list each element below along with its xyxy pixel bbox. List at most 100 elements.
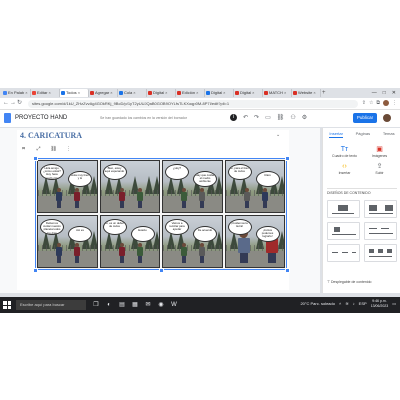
layout-option[interactable] — [364, 200, 397, 218]
edge-icon[interactable]: ◐ — [105, 300, 113, 310]
taskbar-search-input[interactable]: Escribe aquí para buscar — [16, 300, 86, 310]
weather-widget[interactable]: 20°C Parc. soleado — [300, 301, 335, 307]
link-icon[interactable]: ⛓ — [50, 145, 57, 153]
resize-handle[interactable] — [285, 268, 290, 273]
browser-tab[interactable]: En Palab× — [2, 89, 31, 97]
tab-close-icon[interactable]: × — [48, 90, 50, 95]
layout-option[interactable] — [364, 222, 397, 240]
file-explorer-icon[interactable]: ▤ — [118, 300, 126, 310]
text-box-button[interactable]: Tт Cuadro de texto — [327, 146, 362, 158]
document-title[interactable]: PROYECTO HAND — [15, 114, 67, 122]
redo-icon[interactable]: ↷ — [254, 113, 259, 123]
tray-chevron-icon[interactable]: ˄ — [339, 301, 341, 307]
upload-button[interactable]: ⇪ Subir — [362, 163, 397, 175]
tab-close-icon[interactable]: × — [284, 90, 286, 95]
comic-character — [56, 243, 62, 263]
tab-themes[interactable]: Temas — [383, 130, 395, 138]
share-icon[interactable]: ⇪ — [362, 100, 366, 107]
browser-tab[interactable]: Digital× — [147, 89, 176, 97]
clock[interactable]: 9:46 p.m. 13/06/2023 — [371, 299, 389, 308]
browser-tab[interactable]: Digital× — [205, 89, 234, 97]
star-icon[interactable]: ☆ — [369, 100, 373, 107]
comic-character — [261, 188, 268, 208]
tab-close-icon[interactable]: × — [165, 90, 167, 95]
section-title[interactable]: 4. CARICATURA — [20, 131, 82, 141]
layout-option[interactable] — [327, 244, 360, 262]
forward-icon[interactable]: → — [10, 100, 16, 107]
browser-tab[interactable]: Edición× — [176, 89, 205, 97]
volume-icon[interactable]: ♪ — [353, 301, 355, 307]
close-window-icon[interactable]: ✕ — [392, 88, 396, 98]
url-input[interactable]: sites.google.com/d/1kU_ZHzZvvAg4GOkRKj_9… — [28, 99, 358, 108]
settings-icon[interactable]: ⚙ — [302, 113, 307, 123]
preview-icon[interactable]: ▭ — [265, 113, 271, 123]
tab-close-icon[interactable]: × — [313, 90, 315, 95]
layout-option[interactable] — [327, 222, 360, 240]
expand-icon[interactable]: ⤢ — [35, 145, 42, 153]
tab-insert[interactable]: Insertar — [329, 130, 343, 138]
images-button[interactable]: ▣ Imágenes — [362, 146, 397, 158]
maximize-icon[interactable]: □ — [383, 88, 386, 98]
resize-handle[interactable] — [285, 156, 290, 161]
window-controls: — □ ✕ — [372, 88, 400, 98]
sites-logo-icon[interactable] — [4, 113, 11, 123]
resize-handle[interactable] — [33, 268, 38, 273]
link-icon[interactable]: ⛓ — [277, 113, 285, 123]
header-avatar[interactable] — [383, 114, 391, 122]
tab-close-icon[interactable]: × — [223, 90, 225, 95]
tab-close-icon[interactable]: × — [25, 90, 27, 95]
tab-close-icon[interactable]: × — [252, 90, 254, 95]
chrome-icon[interactable]: ◉ — [157, 300, 165, 310]
embed-button[interactable]: ‹› Insertar — [327, 163, 362, 175]
editor-area: 4. CARICATURA ⌄ ⌗ ⤢ ⛓ ⋮ Hola amigo, ¿cóm… — [0, 128, 320, 293]
windows-start-icon[interactable] — [3, 301, 11, 309]
add-person-icon[interactable]: ⚇ — [290, 113, 295, 123]
task-view-icon[interactable]: ❐ — [92, 300, 100, 310]
text-box-label: Cuadro de texto — [332, 154, 357, 158]
publish-button[interactable]: Publicar — [353, 113, 377, 123]
speech-bubble: Bien, estoy aquí esperando — [102, 164, 127, 180]
speech-bubble: Exacto — [130, 226, 155, 242]
desktop-screen: En Palab× Editar× Todos× Agregar× Cola× Digit… — [0, 88, 400, 313]
tab-label: Website — [298, 90, 313, 95]
browser-tab[interactable]: Todos× — [60, 89, 89, 97]
minimize-icon[interactable]: — — [372, 88, 377, 98]
comic-strip-image[interactable]: Hola amigo, ¿cómo estás? Hoy hace mucho … — [35, 158, 287, 270]
browser-tab-strip: En Palab× Editar× Todos× Agregar× Cola× Digit… — [0, 88, 400, 98]
store-icon[interactable]: ▦ — [131, 300, 139, 310]
new-tab-icon[interactable]: + — [322, 89, 326, 97]
browser-tab[interactable]: Website× — [292, 89, 321, 97]
browser-tab[interactable]: Digital× — [234, 89, 263, 97]
tab-close-icon[interactable]: × — [78, 90, 80, 95]
language-indicator[interactable]: ESP — [359, 301, 367, 307]
more-icon[interactable]: ⋮ — [65, 145, 72, 153]
browser-tab[interactable]: Agregar× — [89, 89, 118, 97]
wifi-icon[interactable]: ≋ — [345, 301, 348, 307]
layout-option[interactable] — [364, 244, 397, 262]
collapsible-content-item[interactable]: ⊤ Desplegable de contenido — [327, 280, 397, 284]
undo-icon[interactable]: ↶ — [243, 113, 248, 123]
menu-icon[interactable]: ⋮ — [392, 100, 397, 107]
layout-option[interactable] — [327, 200, 360, 218]
tab-pages[interactable]: Páginas — [356, 130, 370, 138]
chevron-down-icon[interactable]: ⌄ — [276, 132, 280, 138]
tab-close-icon[interactable]: × — [133, 90, 135, 95]
upload-icon: ⇪ — [376, 163, 383, 170]
browser-tab[interactable]: MATCH× — [263, 89, 292, 97]
comic-character — [56, 188, 62, 208]
notifications-icon[interactable]: ▭ — [392, 301, 396, 307]
info-icon[interactable]: i — [230, 114, 237, 121]
browser-tab[interactable]: Cola× — [118, 89, 147, 97]
resize-handle[interactable] — [159, 268, 164, 273]
reload-icon[interactable]: ↻ — [17, 100, 22, 107]
browser-tab[interactable]: Editar× — [31, 89, 60, 97]
tab-close-icon[interactable]: × — [196, 90, 198, 95]
tab-close-icon[interactable]: × — [110, 90, 112, 95]
profile-avatar[interactable] — [383, 100, 389, 106]
extensions-icon[interactable]: ⧉ — [376, 100, 380, 107]
resize-handle[interactable] — [33, 156, 38, 161]
word-icon[interactable]: W — [170, 300, 178, 310]
back-icon[interactable]: ← — [3, 100, 9, 107]
crop-icon[interactable]: ⌗ — [20, 145, 27, 153]
mail-icon[interactable]: ✉ — [144, 300, 152, 310]
